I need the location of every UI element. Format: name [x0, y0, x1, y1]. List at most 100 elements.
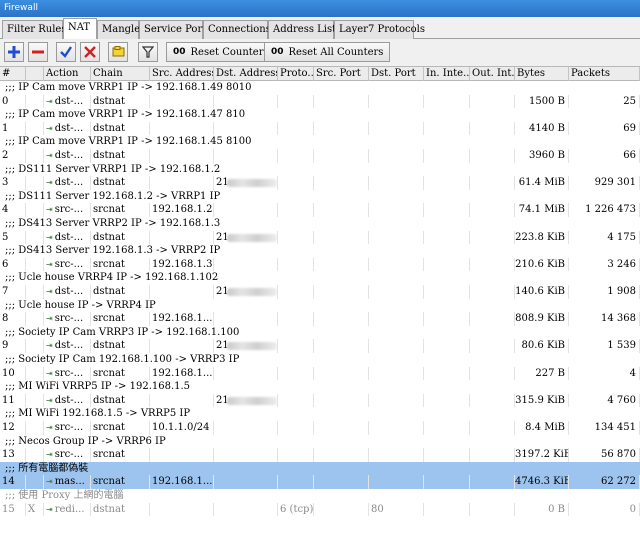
col-flag-header[interactable] — [26, 67, 44, 81]
minus-icon — [32, 50, 44, 54]
rule-comment-row[interactable]: ;;; Society IP Cam 192.168.1.100 -> VRRP… — [0, 353, 640, 367]
reset-all-counters-button[interactable]: 00 Reset All Counters — [264, 42, 391, 62]
cell-flag — [26, 230, 44, 245]
rule-comment-row[interactable]: ;;; DS111 Server VRRP1 IP -> 192.168.1.2 — [0, 163, 640, 177]
rule-comment-text: ;;; DS111 Server 192.168.1.2 -> VRRP1 IP — [5, 190, 221, 202]
tab-mangle[interactable]: Mangle — [97, 20, 140, 39]
cell-dst-port — [369, 285, 424, 299]
table-row[interactable]: 2 ⇥ dst-... dstnat 3960 B 66 — [0, 149, 640, 163]
cell-protocol — [278, 121, 314, 136]
table-row[interactable]: 15 X ⇥ redi... dstnat 6 (tcp) 80 0 B0 — [0, 502, 640, 517]
col-out-interface-header[interactable]: Out. Int... — [470, 67, 515, 81]
table-row[interactable]: 5 ⇥ dst-... dstnat 21 223.8 KiB 4 175 — [0, 230, 640, 245]
action-text: dst-... — [54, 150, 84, 161]
col-src-address-header[interactable]: Src. Address — [150, 67, 214, 81]
reset-counters-button[interactable]: 00 Reset Counters — [166, 42, 276, 62]
rule-comment-row[interactable]: ;;; IP Cam move VRRP1 IP -> 192.168.1.49… — [0, 81, 640, 95]
tab-filter-rules[interactable]: Filter Rules — [2, 20, 66, 39]
cell-protocol — [278, 257, 314, 272]
table-row[interactable]: 1 ⇥ dst-... dstnat 4140 B 69 — [0, 121, 640, 136]
cell-dst-port — [369, 203, 424, 217]
cell-dst-address — [214, 421, 278, 435]
col-bytes-header[interactable]: Bytes — [515, 67, 569, 81]
rule-comment-row[interactable]: ;;; Ucle house VRRP4 IP -> 192.168.1.102 — [0, 271, 640, 285]
cell-number: 10 — [0, 366, 26, 381]
rule-comment-row[interactable]: ;;; 使用 Proxy 上網的電腦 — [0, 489, 640, 503]
table-row[interactable]: 14 ⇥ mas... srcnat 192.168.1.... 4746.3 KiB 62… — [0, 475, 640, 489]
cell-src-address — [150, 393, 214, 408]
tab-layer7-protocols[interactable]: Layer7 Protocols — [334, 20, 425, 39]
remove-button[interactable] — [28, 42, 48, 62]
action-text: redi... — [54, 503, 85, 515]
comment-button[interactable] — [108, 42, 128, 62]
col-action-header[interactable]: Action — [44, 67, 91, 81]
filter-button[interactable] — [138, 42, 158, 62]
col-src-port-header[interactable]: Src. Port — [314, 67, 369, 81]
rule-comment-row[interactable]: ;;; 所有電腦都偽裝 — [0, 461, 640, 476]
rule-comment-row[interactable]: ;;; MI WiFi VRRP5 IP -> 192.168.1.5 — [0, 380, 640, 394]
cell-chain: srcnat — [91, 366, 150, 381]
cell-dst-address — [214, 257, 278, 272]
cell-src-port — [314, 339, 369, 353]
cell-chain: srcnat — [91, 421, 150, 435]
table-row[interactable]: 8 ⇥ src-... srcnat 192.168.1.... 808.9 KiB 14 … — [0, 312, 640, 326]
rule-comment-row[interactable]: ;;; Ucle house IP -> VRRP4 IP — [0, 299, 640, 313]
table-row[interactable]: 13 ⇥ src-... srcnat 3197.2 KiB 56 870 — [0, 448, 640, 462]
table-row[interactable]: 7 ⇥ dst-... dstnat 21 140.6 KiB 1 908 — [0, 285, 640, 299]
cell-flag — [26, 203, 44, 217]
tab-service-ports[interactable]: Service Ports — [139, 20, 211, 39]
nat-action-icon: ⇥ — [46, 477, 53, 487]
rule-comment-row[interactable]: ;;; IP Cam move VRRP1 IP -> 192.168.1.45… — [0, 135, 640, 149]
tab-connections[interactable]: Connections — [203, 20, 271, 39]
rule-comment-row[interactable]: ;;; DS413 Server 192.168.1.3 -> VRRP2 IP — [0, 244, 640, 258]
cell-bytes: 210.6 KiB — [515, 257, 569, 272]
cell-dst-address — [214, 448, 278, 462]
cell-protocol — [278, 393, 314, 408]
add-button[interactable] — [4, 42, 24, 62]
table-row[interactable]: 9 ⇥ dst-... dstnat 21 80.6 KiB 1 539 — [0, 339, 640, 353]
table-row[interactable]: 11 ⇥ dst-... dstnat 21 315.9 KiB 4 760 — [0, 393, 640, 408]
col-protocol-header[interactable]: Proto... — [278, 67, 314, 81]
cell-chain: srcnat — [91, 312, 150, 326]
cell-bytes: 140.6 KiB — [515, 285, 569, 299]
rule-comment-row[interactable]: ;;; Society IP Cam VRRP3 IP -> 192.168.1… — [0, 326, 640, 340]
cell-dst-address — [214, 94, 278, 109]
cell-chain: dstnat — [91, 502, 150, 517]
cell-bytes: 61.4 MiB — [515, 176, 569, 190]
rule-comment-row[interactable]: ;;; DS413 Server VRRP2 IP -> 192.168.1.3 — [0, 217, 640, 231]
col-dst-port-header[interactable]: Dst. Port — [369, 67, 424, 81]
cell-number: 3 — [0, 176, 26, 190]
col-in-interface-header[interactable]: In. Inte... — [424, 67, 470, 81]
rule-comment-row[interactable]: ;;; DS111 Server 192.168.1.2 -> VRRP1 IP — [0, 190, 640, 204]
tab-nat[interactable]: NAT — [63, 18, 97, 39]
col-dst-address-header[interactable]: Dst. Address — [214, 67, 278, 81]
cell-action: ⇥ dst-... — [44, 94, 91, 109]
rule-comment-row[interactable]: ;;; MI WiFi 192.168.1.5 -> VRRP5 IP — [0, 407, 640, 421]
cell-packets: 69 — [569, 121, 640, 136]
cell-number: 7 — [0, 285, 26, 299]
tab-address-lists[interactable]: Address Lists — [268, 20, 341, 39]
table-row[interactable]: 0 ⇥ dst-... dstnat 1500 B 25 — [0, 94, 640, 109]
action-text: src-... — [54, 204, 84, 216]
filter-icon — [142, 46, 154, 58]
cell-action: ⇥ dst-... — [44, 339, 91, 353]
cell-protocol — [278, 285, 314, 299]
col-chain-header[interactable]: Chain — [91, 67, 150, 81]
table-row[interactable]: 6 ⇥ src-... srcnat 192.168.1.3 210.6 KiB 3 246 — [0, 257, 640, 272]
cell-dst-port — [369, 149, 424, 163]
cell-dst-port — [369, 421, 424, 435]
col-packets-header[interactable]: Packets — [569, 67, 640, 81]
disable-button[interactable] — [80, 42, 100, 62]
enable-button[interactable] — [56, 42, 76, 62]
counter-icon: 00 — [173, 47, 186, 57]
table-row[interactable]: 3 ⇥ dst-... dstnat 21 61.4 MiB 929 301 — [0, 176, 640, 190]
cell-flag — [26, 366, 44, 381]
cell-src-port — [314, 94, 369, 109]
col-number-header[interactable]: # — [0, 67, 26, 81]
rule-comment-row[interactable]: ;;; IP Cam move VRRP1 IP -> 192.168.1.47… — [0, 108, 640, 122]
table-row[interactable]: 10 ⇥ src-... srcnat 192.168.1.... 227 B4 — [0, 366, 640, 381]
rule-comment-row[interactable]: ;;; Necos Group IP -> VRRP6 IP — [0, 435, 640, 449]
table-row[interactable]: 12 ⇥ src-... srcnat 10.1.1.0/24 8.4 MiB 134 45… — [0, 421, 640, 435]
cell-chain: srcnat — [91, 448, 150, 462]
table-row[interactable]: 4 ⇥ src-... srcnat 192.168.1.2 74.1 MiB 1 226 … — [0, 203, 640, 217]
